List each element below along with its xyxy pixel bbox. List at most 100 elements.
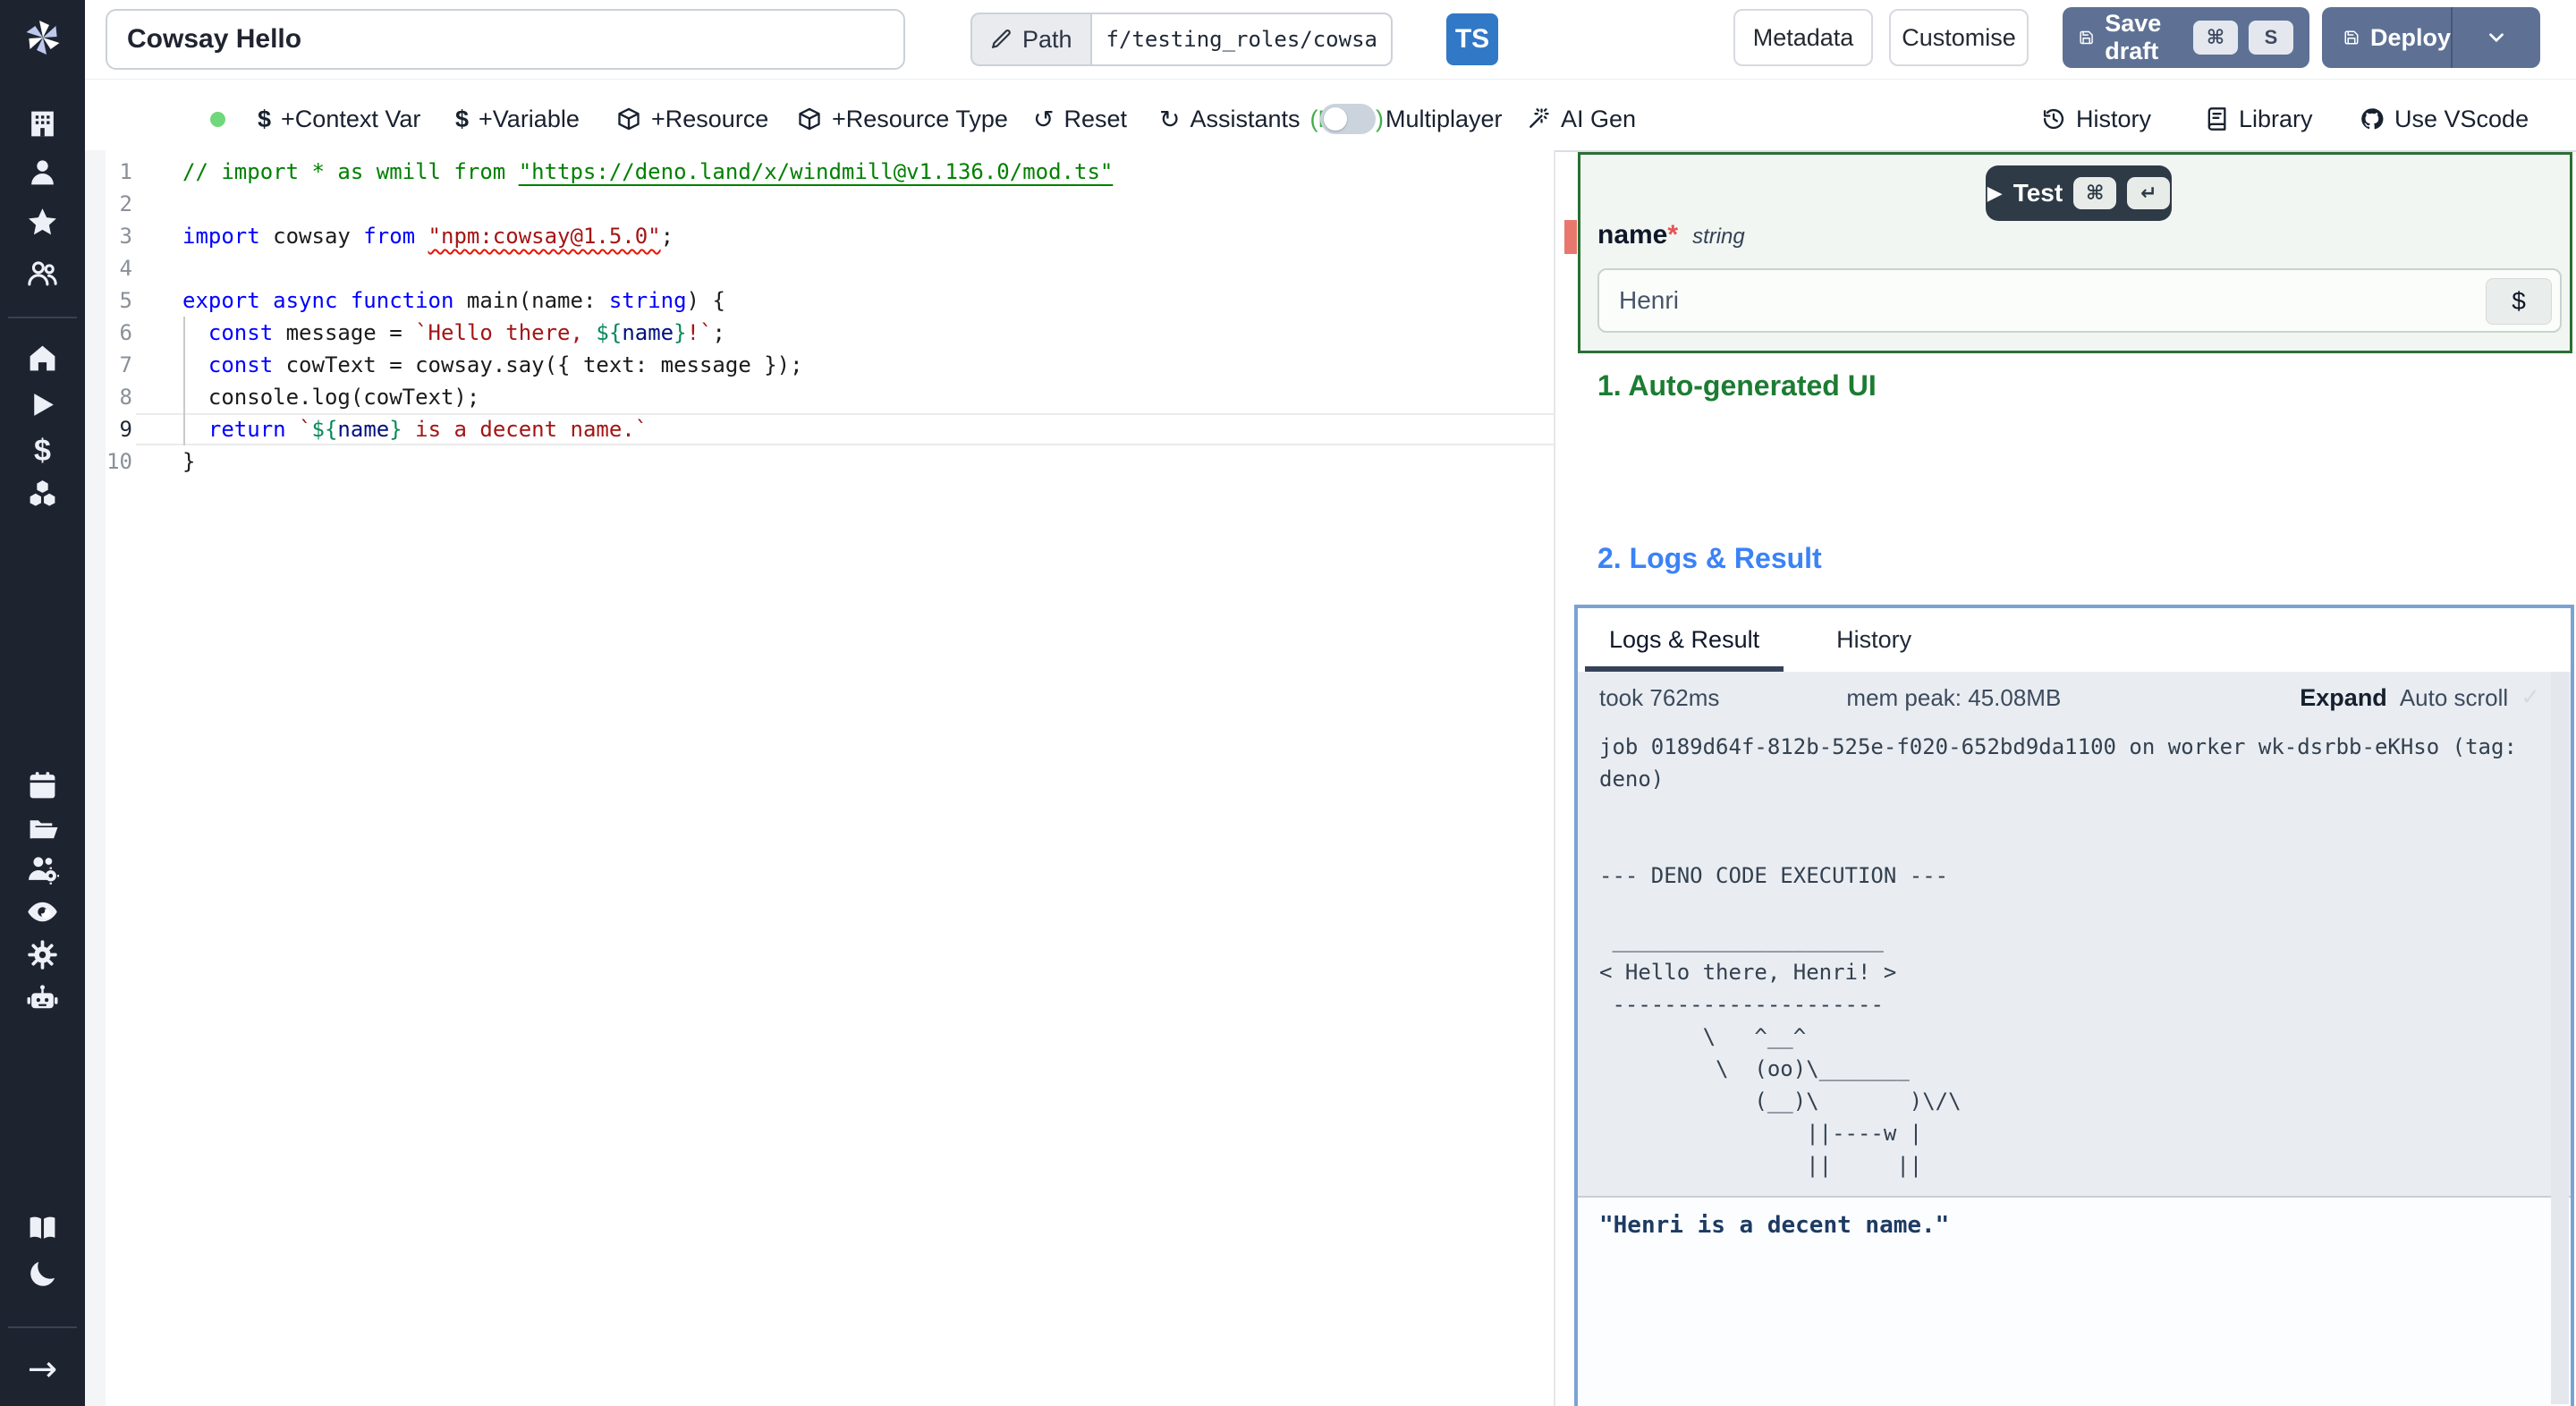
sidebar-item-docs[interactable] — [0, 1211, 85, 1244]
boxes-icon — [30, 480, 55, 506]
vscode-icon — [2361, 108, 2384, 130]
windmill-script-editor: $ → Cowsay Hello Path f/testing_roles/co… — [0, 0, 2576, 1406]
autoscroll-toggle[interactable]: Auto scroll — [2400, 684, 2508, 712]
sidebar-item-favorites[interactable] — [0, 206, 85, 239]
sidebar-item-resources[interactable] — [0, 478, 85, 511]
name-arg-input[interactable] — [1599, 270, 2560, 331]
panel-scrollbar[interactable] — [2551, 672, 2569, 1404]
code-line: 10} — [106, 449, 196, 474]
pencil-icon — [991, 30, 1011, 49]
result-area: "Henri is a decent name." — [1578, 1196, 2571, 1406]
toggle-knob — [1324, 107, 1347, 131]
cmd-key-badge: ⌘ — [2073, 177, 2117, 209]
arrow-right-icon: → — [27, 1349, 58, 1390]
sidebar-item-runs[interactable] — [0, 388, 85, 421]
run-status-row: took 762ms mem peak: 45.08MB Expand Auto… — [1578, 672, 2571, 724]
deploy-dropdown-button[interactable] — [2451, 7, 2540, 68]
sidebar-item-expand[interactable]: → — [0, 1349, 85, 1390]
deploy-button[interactable]: Deploy — [2322, 7, 2540, 68]
windmill-logo-icon[interactable] — [0, 16, 85, 59]
s-key-badge: S — [2249, 21, 2293, 55]
sidebar-item-variables[interactable]: $ — [0, 434, 85, 468]
path-group[interactable]: Path f/testing_roles/cowsa — [970, 13, 1393, 66]
code-line: 9 return `${name} is a decent name.` — [119, 417, 648, 442]
use-vscode-button[interactable]: Use VScode — [2360, 102, 2529, 136]
enter-key-badge: ↵ — [2127, 177, 2171, 209]
logs-area: took 762ms mem peak: 45.08MB Expand Auto… — [1578, 672, 2571, 1196]
sidebar-item-settings[interactable] — [0, 938, 85, 971]
code-line: 8 console.log(cowText); — [119, 385, 480, 410]
path-label: Path — [1022, 25, 1072, 53]
script-title-input[interactable] — [106, 9, 905, 70]
add-variable-button[interactable]: $ +Variable — [455, 102, 580, 136]
tab-history[interactable]: History — [1812, 608, 1936, 672]
section-auto-generated-ui: 1. Auto-generated UI — [1597, 369, 1877, 402]
save-draft-button[interactable]: Save draft ⌘ S — [2063, 7, 2309, 68]
code-line: 6 const message = `Hello there, ${name}!… — [119, 320, 725, 345]
add-resource-button[interactable]: +Resource — [616, 102, 768, 136]
dollar-icon: $ — [455, 105, 470, 132]
logs-result-panel: Logs & Result History took 762ms mem pea… — [1574, 605, 2574, 1406]
multiplayer-toggle[interactable] — [1320, 104, 1376, 134]
typescript-badge: TS — [1446, 13, 1498, 65]
refresh-icon: ↻ — [1159, 104, 1181, 134]
sidebar-divider — [8, 317, 77, 318]
save-icon — [2344, 30, 2359, 45]
insert-variable-button[interactable]: $ — [2486, 278, 2552, 325]
sidebar-item-home[interactable] — [0, 342, 85, 375]
history-button[interactable]: History — [2041, 102, 2151, 136]
expand-button[interactable]: Expand — [2300, 684, 2387, 712]
path-button[interactable]: Path — [970, 13, 1090, 66]
code-line: 5 export async function main(name: string… — [119, 288, 725, 313]
dollar-icon: $ — [34, 434, 51, 468]
code-line: 4 — [119, 256, 132, 281]
play-icon — [34, 394, 54, 416]
code-line: 7 const cowText = cowsay.say({ text: mes… — [119, 352, 803, 377]
customise-button[interactable]: Customise — [1889, 9, 2029, 66]
package-icon — [618, 107, 640, 131]
ai-gen-button[interactable]: AI Gen — [1526, 102, 1636, 136]
save-icon — [2080, 30, 2093, 45]
sidebar-item-workspace[interactable] — [0, 107, 85, 140]
required-asterisk: * — [1667, 220, 1679, 250]
error-overview-marker — [1564, 220, 1577, 254]
code-editor[interactable]: 1// import * as wmill from "https://deno… — [85, 150, 1554, 1406]
editor-panel-divider[interactable] — [1554, 150, 1555, 1406]
library-button[interactable]: Library — [2204, 102, 2313, 136]
sidebar-item-schedules[interactable] — [0, 769, 85, 802]
book-open-icon — [30, 1216, 55, 1239]
cmd-key-badge: ⌘ — [2193, 21, 2238, 55]
multiplayer-label: Multiplayer — [1385, 105, 1503, 132]
tab-bar: Logs & Result History — [1578, 608, 2571, 672]
home-icon — [30, 345, 55, 371]
sidebar-item-folders[interactable] — [0, 812, 85, 845]
metadata-button[interactable]: Metadata — [1733, 9, 1873, 66]
code-line: 3 import cowsay from "npm:cowsay@1.5.0"; — [119, 224, 674, 249]
package-icon — [799, 107, 820, 131]
tab-logs-result[interactable]: Logs & Result — [1585, 608, 1784, 672]
sidebar-item-ai[interactable] — [0, 982, 85, 1015]
code-line: 1// import * as wmill from "https://deno… — [119, 159, 1114, 184]
sidebar-item-workers[interactable] — [0, 852, 85, 885]
job-result-value: "Henri is a decent name." — [1599, 1212, 1950, 1239]
test-button[interactable]: ▶ Test ⌘ ↵ — [1986, 165, 2172, 221]
sidebar-item-dark-mode[interactable] — [0, 1258, 85, 1291]
user-icon — [31, 160, 54, 185]
sidebar-item-groups[interactable] — [0, 257, 85, 290]
users-icon — [28, 261, 57, 286]
book-icon — [2207, 107, 2226, 131]
sidebar-divider — [8, 1326, 77, 1328]
sidebar-item-audit-logs[interactable] — [0, 895, 85, 928]
mem-peak: mem peak: 45.08MB — [1846, 683, 2062, 711]
play-icon: ▶ — [1987, 182, 2003, 205]
section-logs-result: 2. Logs & Result — [1597, 542, 1822, 574]
reset-button[interactable]: ↺ Reset — [1033, 102, 1127, 136]
add-resource-type-button[interactable]: +Resource Type — [797, 102, 1008, 136]
eye-icon — [28, 902, 57, 922]
add-context-var-button[interactable]: $ +Context Var — [258, 102, 420, 136]
field-name: name — [1597, 220, 1668, 250]
path-value[interactable]: f/testing_roles/cowsa — [1089, 13, 1393, 66]
moon-icon — [30, 1261, 55, 1286]
dollar-icon: $ — [258, 105, 272, 132]
sidebar-item-user[interactable] — [0, 156, 85, 189]
